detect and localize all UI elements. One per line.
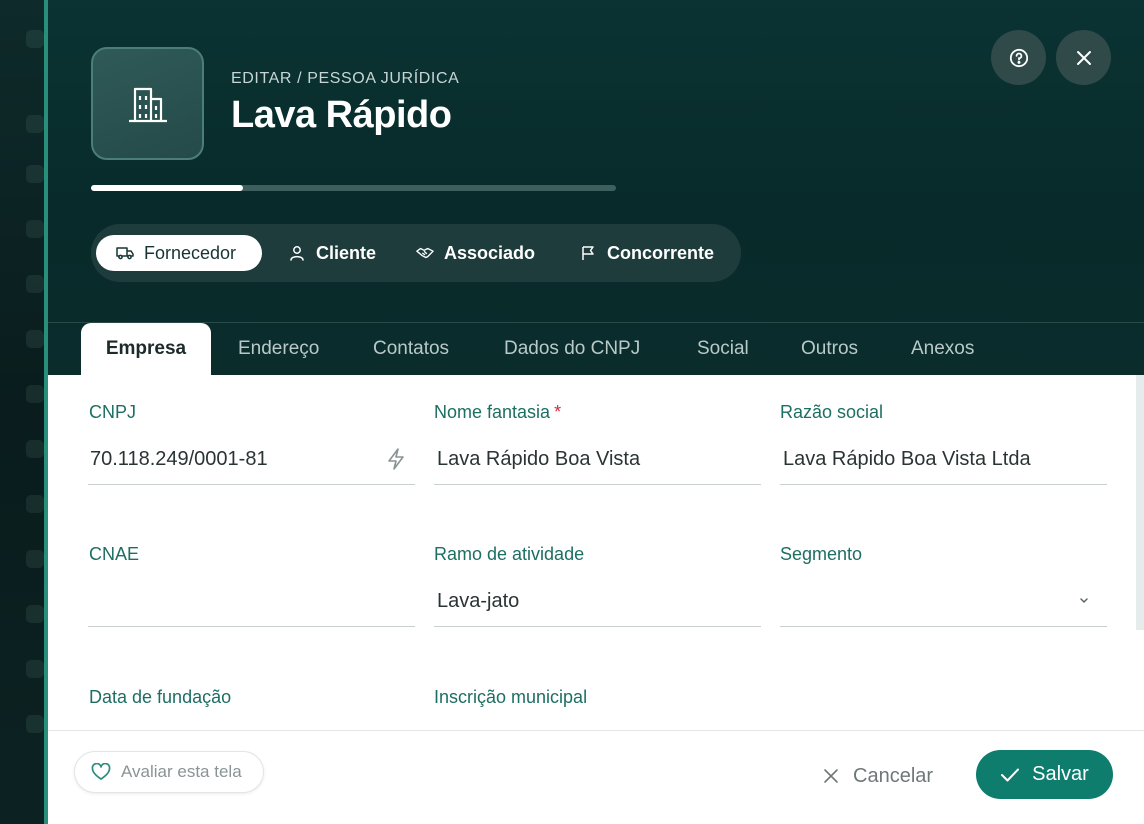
segmento-underline (780, 626, 1107, 627)
cnpj-underline (88, 484, 415, 485)
background-icon (26, 220, 44, 238)
help-circle-icon (1009, 48, 1028, 67)
tab-anexos[interactable]: Anexos (911, 323, 974, 375)
nome-fantasia-underline (434, 484, 761, 485)
cnae-label: CNAE (89, 544, 140, 564)
role-label: Cliente (316, 242, 377, 263)
heart-icon (91, 763, 111, 780)
edit-panel: EDITAR / PESSOA JURÍDICA Lava Rápido For… (48, 0, 1144, 824)
ramo-atividade-label: Ramo de atividade (434, 544, 585, 564)
role-label: Concorrente (607, 242, 715, 263)
handshake-icon (416, 244, 434, 262)
razao-social-underline (780, 484, 1107, 485)
building-icon (128, 87, 167, 122)
breadcrumb: EDITAR / PESSOA JURÍDICA (231, 70, 460, 87)
lightning-icon[interactable] (387, 448, 405, 470)
ramo-atividade-input[interactable]: Lava-jato (437, 590, 519, 613)
required-mark: * (554, 402, 562, 422)
tab-contatos[interactable]: Contatos (373, 323, 449, 375)
chevron-down-icon[interactable] (1078, 597, 1090, 605)
tab-empresa[interactable]: Empresa (81, 323, 211, 375)
save-label: Salvar (1032, 763, 1089, 785)
progress-bar (91, 185, 616, 191)
tab-social[interactable]: Social (697, 323, 749, 375)
flag-icon (579, 244, 597, 262)
close-icon (1076, 50, 1091, 65)
tab-endereco[interactable]: Endereço (238, 323, 319, 375)
role-label: Associado (444, 242, 536, 263)
cancel-label: Cancelar (853, 764, 934, 787)
inscricao-municipal-label: Inscrição municipal (434, 687, 588, 707)
tab-outros[interactable]: Outros (801, 323, 858, 375)
close-icon (824, 769, 838, 783)
background-icon (26, 440, 44, 458)
rate-screen-label: Avaliar esta tela (121, 762, 242, 781)
cancel-button[interactable]: Cancelar (823, 759, 933, 793)
user-icon (288, 244, 306, 262)
cnae-input[interactable] (90, 590, 410, 616)
panel-header: EDITAR / PESSOA JURÍDICA Lava Rápido For… (48, 0, 1144, 375)
progress-fill (91, 185, 244, 191)
close-button[interactable] (1056, 30, 1111, 85)
help-button[interactable] (991, 30, 1046, 85)
panel-footer: Avaliar esta tela Cancelar Salvar (48, 730, 1144, 824)
nome-fantasia-input[interactable]: Lava Rápido Boa Vista (437, 448, 640, 471)
role-fornecedor[interactable]: Fornecedor (96, 235, 262, 271)
background-sidebar (0, 0, 48, 824)
role-selector: Fornecedor Cliente Associado Concorrente (91, 224, 741, 282)
scrollbar[interactable] (1136, 375, 1144, 630)
role-associado[interactable]: Associado (396, 235, 535, 271)
entity-avatar (91, 47, 204, 160)
background-icon (26, 30, 44, 48)
background-icon (26, 550, 44, 568)
ramo-atividade-underline (434, 626, 761, 627)
background-icon (26, 330, 44, 348)
nome-fantasia-label: Nome fantasia * (434, 402, 561, 423)
cnpj-label: CNPJ (89, 402, 137, 422)
role-concorrente[interactable]: Concorrente (559, 235, 714, 271)
role-cliente[interactable]: Cliente (268, 235, 376, 271)
background-icon (26, 495, 44, 513)
background-icon (26, 275, 44, 293)
segmento-select[interactable] (783, 590, 1063, 616)
razao-social-label: Razão social (780, 402, 884, 422)
tab-dados-cnpj[interactable]: Dados do CNPJ (504, 323, 640, 375)
segmento-label: Segmento (780, 544, 863, 564)
check-icon (1001, 768, 1020, 781)
background-icon (26, 165, 44, 183)
background-icon (26, 660, 44, 678)
background-icon (26, 605, 44, 623)
rate-screen-button[interactable]: Avaliar esta tela (74, 751, 264, 793)
background-icon (26, 715, 44, 733)
page-title: Lava Rápido (231, 94, 452, 136)
role-label: Fornecedor (144, 242, 237, 263)
background-icon (26, 385, 44, 403)
cnae-underline (88, 626, 415, 627)
data-fundacao-label: Data de fundação (89, 687, 232, 707)
cnpj-input[interactable]: 70.118.249/0001-81 (90, 448, 268, 471)
truck-icon (116, 244, 134, 262)
razao-social-input[interactable]: Lava Rápido Boa Vista Ltda (783, 448, 1031, 471)
nome-fantasia-label-text: Nome fantasia (434, 402, 551, 422)
background-icon (26, 115, 44, 133)
save-button[interactable]: Salvar (976, 750, 1113, 799)
